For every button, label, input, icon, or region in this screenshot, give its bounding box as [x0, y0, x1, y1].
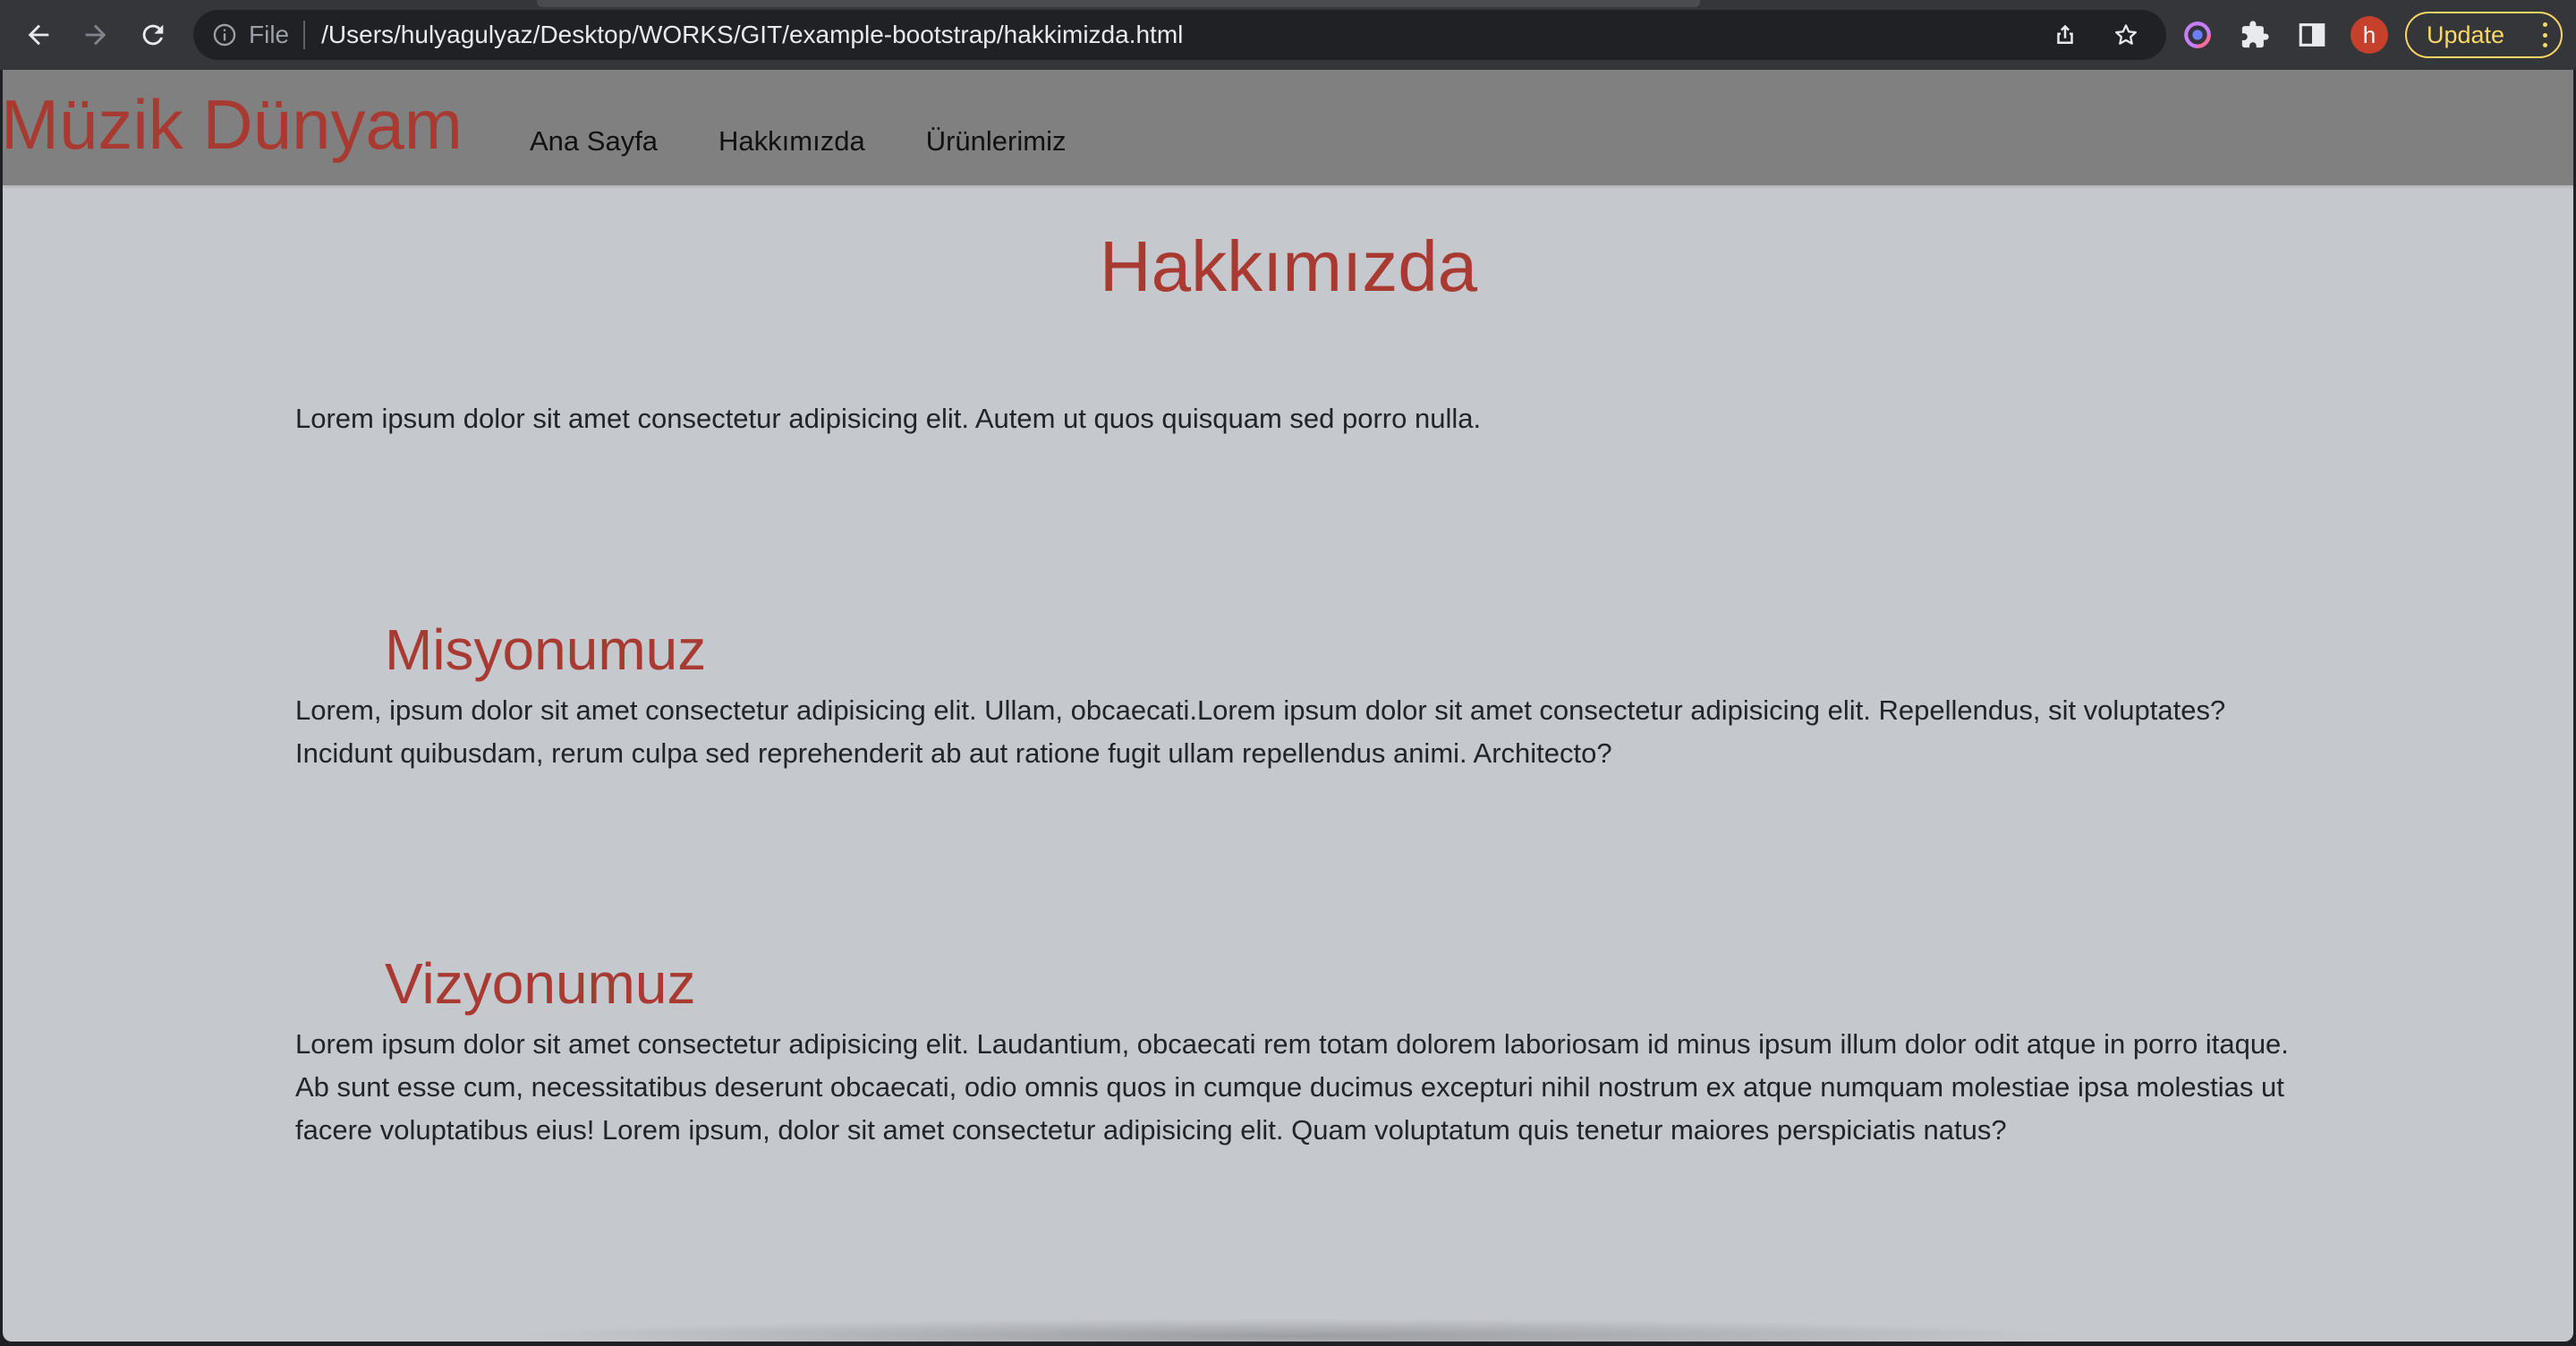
- star-icon[interactable]: [2113, 21, 2139, 48]
- extensions-area: h: [2179, 13, 2388, 57]
- page-title: Hakkımızda: [1099, 226, 1478, 306]
- intro-paragraph: Lorem ipsum dolor sit amet consectetur a…: [295, 403, 1482, 434]
- nav-links: Ana Sayfa Hakkımızda Ürünlerimiz: [530, 70, 1126, 185]
- site-navbar: Müzik Dünyam Ana Sayfa Hakkımızda Ürünle…: [3, 70, 2573, 185]
- vision-heading: Vizyonumuz: [385, 951, 696, 1016]
- extension-circle-icon: [2184, 21, 2211, 48]
- update-label: Update: [2427, 21, 2505, 48]
- mission-paragraph: Lorem, ipsum dolor sit amet consectetur …: [295, 694, 2226, 769]
- puzzle-icon: [2241, 21, 2269, 48]
- vision-paragraph: Lorem ipsum dolor sit amet consectetur a…: [295, 1028, 2289, 1146]
- extension-button[interactable]: [2179, 16, 2216, 54]
- forward-button[interactable]: [73, 13, 118, 57]
- profile-avatar[interactable]: h: [2351, 16, 2388, 54]
- nav-link-hakkimizda[interactable]: Hakkımızda: [718, 98, 865, 158]
- info-icon: [213, 23, 236, 47]
- address-bar[interactable]: File /Users/hulyagulyaz/Desktop/WORKS/GI…: [193, 10, 2166, 60]
- site-info-button[interactable]: [211, 21, 238, 48]
- site-brand-link[interactable]: Müzik Dünyam: [3, 75, 463, 174]
- mission-heading: Misyonumuz: [385, 618, 707, 682]
- nav-link-ana-sayfa[interactable]: Ana Sayfa: [530, 98, 658, 158]
- update-button[interactable]: Update: [2405, 12, 2563, 58]
- footer-shadow: [504, 1318, 2079, 1342]
- side-panel-icon: [2299, 23, 2325, 47]
- share-icon[interactable]: [2052, 21, 2079, 48]
- omnibox-actions: [2052, 10, 2139, 60]
- back-button[interactable]: [16, 13, 61, 57]
- extensions-menu-button[interactable]: [2236, 16, 2274, 54]
- page-viewport: Müzik Dünyam Ana Sayfa Hakkımızda Ürünle…: [3, 70, 2573, 1342]
- kebab-menu-icon[interactable]: [2541, 22, 2548, 47]
- browser-toolbar: File /Users/hulyagulyaz/Desktop/WORKS/GI…: [0, 0, 2576, 70]
- forward-arrow-icon: [85, 24, 106, 46]
- url-separator: [303, 21, 306, 49]
- tab-strip-edge: [537, 0, 1700, 7]
- url-text[interactable]: /Users/hulyagulyaz/Desktop/WORKS/GIT/exa…: [321, 21, 1183, 49]
- reload-button[interactable]: [131, 13, 175, 57]
- back-arrow-icon: [28, 24, 49, 46]
- side-panel-button[interactable]: [2293, 16, 2331, 54]
- nav-link-urunlerimiz[interactable]: Ürünlerimiz: [926, 98, 1067, 158]
- url-scheme-label: File: [249, 21, 290, 48]
- reload-icon: [142, 24, 164, 46]
